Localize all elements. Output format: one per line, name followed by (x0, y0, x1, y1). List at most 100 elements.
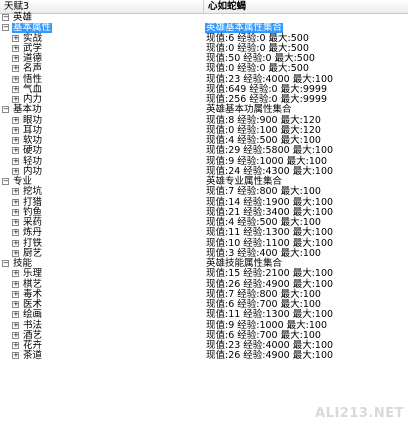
tree-leaf-row[interactable]: + 书法 现值:9 经验:1000 最大:100 (0, 319, 408, 331)
tree-leaf-row[interactable]: + 实战 现值:6 经验:0 最大:500 (0, 32, 408, 44)
expand-toggle-icon[interactable]: + (12, 342, 19, 349)
expand-toggle-icon[interactable]: + (12, 321, 19, 329)
expand-toggle-icon[interactable]: + (12, 229, 19, 237)
tree-group-row[interactable]: − 技能 英雄技能属性集合 (0, 258, 408, 269)
tree-leaf-row[interactable]: + 名声 现值:0 经验:0 最大:500 (0, 64, 408, 74)
expand-toggle-icon[interactable]: + (12, 270, 19, 278)
tree-leaf-row[interactable]: + 乐理 现值:15 经验:2100 最大:100 (0, 269, 408, 279)
tree-item-value: 英雄基本功属性集合 (206, 104, 292, 116)
expand-toggle-icon[interactable]: + (12, 75, 19, 83)
tree-leaf-row[interactable]: + 钓鱼 现值:21 经验:3400 最大:100 (0, 207, 408, 218)
tree-item-label: 炼丹 (23, 227, 43, 239)
tree-leaf-row[interactable]: + 软功 现值:4 经验:500 最大:100 (0, 135, 408, 146)
tree-leaf-row[interactable]: + 道德 现值:50 经验:0 最大:500 (0, 53, 408, 64)
tree-item-value: 现值:11 经验:1300 最大:100 (206, 309, 334, 321)
tree-item-value: 现值:6 经验:0 最大:500 (206, 32, 309, 44)
expand-toggle-icon[interactable]: + (12, 331, 19, 339)
tree-leaf-row[interactable]: + 炼丹 现值:11 经验:1300 最大:100 (0, 228, 408, 238)
tree-item-label: 悟性 (23, 73, 43, 85)
expand-toggle-icon[interactable]: + (12, 311, 19, 319)
expand-toggle-icon[interactable]: + (12, 290, 19, 298)
tree-leaf-row[interactable]: + 内功 现值:24 经验:4300 最大:100 (0, 166, 408, 177)
tree-leaf-row[interactable]: + 挖坑 现值:7 经验:800 最大:100 (0, 187, 408, 197)
tree-item-label: 乐理 (23, 268, 43, 280)
watermark-logo: ALI213.NET (315, 406, 404, 421)
tree-leaf-row[interactable]: + 眼功 现值:8 经验:900 最大:120 (0, 114, 408, 126)
tree-leaf-row[interactable]: + 气血 现值:649 经验:0 最大:9999 (0, 84, 408, 95)
expand-toggle-icon[interactable]: + (12, 85, 19, 93)
expand-toggle-icon[interactable]: + (12, 96, 19, 103)
tree-leaf-row[interactable]: + 打铁 现值:10 经验:1100 最大:100 (0, 237, 408, 249)
expand-toggle-icon[interactable]: + (12, 239, 19, 247)
attribute-tree[interactable]: − 英雄 − 基本属性 英雄基本属性集合 + 实战 现值:6 经验:0 最大:500 + 武学 现值… (0, 12, 408, 362)
tree-leaf-row[interactable]: + 采药 现值:4 经验:500 最大:100 (0, 217, 408, 228)
tree-item-label: 硬功 (23, 145, 43, 157)
tree-item-value: 现值:29 经验:5800 最大:100 (206, 145, 334, 157)
tree-item-value: 现值:15 经验:2100 最大:100 (206, 268, 334, 280)
tree-item-label: 基本功 (13, 104, 42, 116)
tree-leaf-row[interactable]: + 轻功 现值:9 经验:1000 最大:100 (0, 155, 408, 167)
expand-toggle-icon[interactable]: + (12, 301, 19, 308)
tree-leaf-row[interactable]: + 花卉 现值:23 经验:4000 最大:100 (0, 340, 408, 351)
collapse-toggle-icon[interactable]: − (2, 260, 9, 267)
expand-toggle-icon[interactable]: + (12, 167, 19, 175)
collapse-toggle-icon[interactable]: − (2, 14, 9, 21)
expand-toggle-icon[interactable]: + (12, 219, 19, 226)
expand-toggle-icon[interactable]: + (12, 249, 19, 257)
tree-item-label: 轻功 (23, 155, 43, 167)
tree-item-value: 现值:10 经验:1100 最大:100 (206, 237, 334, 249)
expand-toggle-icon[interactable]: + (12, 126, 19, 134)
expand-toggle-icon[interactable]: + (12, 198, 19, 206)
collapse-toggle-icon[interactable]: − (2, 24, 9, 32)
tree-item-label: 名声 (23, 63, 43, 75)
expand-toggle-icon[interactable]: + (12, 208, 19, 216)
column-header-value[interactable]: 心如蛇蝎 (204, 0, 408, 13)
tree-leaf-row[interactable]: + 绘画 现值:11 经验:1300 最大:100 (0, 310, 408, 320)
tree-leaf-row[interactable]: + 耳功 现值:0 经验:100 最大:120 (0, 125, 408, 136)
tree-group-row[interactable]: − 基本功 英雄基本功属性集合 (0, 105, 408, 115)
tree-leaf-row[interactable]: + 棋艺 现值:26 经验:4900 最大:100 (0, 278, 408, 290)
tree-leaf-row[interactable]: + 内力 现值:256 经验:0 最大:9999 (0, 94, 408, 105)
collapse-toggle-icon[interactable]: − (2, 178, 9, 185)
tree-item-value: 现值:7 经验:800 最大:100 (206, 186, 321, 198)
tree-leaf-row[interactable]: + 酒艺 现值:6 经验:700 最大:100 (0, 330, 408, 341)
expand-toggle-icon[interactable]: + (12, 55, 19, 62)
tree-item-label: 眼功 (23, 114, 43, 126)
expand-toggle-icon[interactable]: + (12, 116, 19, 124)
expand-toggle-icon[interactable]: + (12, 44, 19, 52)
tree-item-label: 棋艺 (23, 278, 43, 290)
tree-item-label: 茶道 (23, 350, 43, 362)
expand-toggle-icon[interactable]: + (12, 188, 19, 196)
tree-leaf-row[interactable]: + 打猎 现值:14 经验:1900 最大:100 (0, 196, 408, 208)
tree-item-value: 现值:9 经验:1000 最大:100 (206, 155, 327, 167)
expand-toggle-icon[interactable]: + (12, 157, 19, 165)
tree-leaf-row[interactable]: + 悟性 现值:23 经验:4000 最大:100 (0, 73, 408, 85)
tree-leaf-row[interactable]: + 硬功 现值:29 经验:5800 最大:100 (0, 146, 408, 156)
tree-item-label: 基本属性 (12, 22, 53, 34)
tree-leaf-row[interactable]: + 医术 现值:6 经验:700 最大:100 (0, 299, 408, 310)
tree-item-label: 打猎 (23, 196, 43, 208)
collapse-toggle-icon[interactable]: − (2, 106, 9, 114)
tree-group-row[interactable]: − 英雄 (0, 12, 408, 23)
tree-item-value: 现值:23 经验:4000 最大:100 (206, 73, 334, 85)
tree-group-row[interactable]: − 专业 英雄专业属性集合 (0, 176, 408, 187)
expand-toggle-icon[interactable]: + (12, 65, 19, 73)
tree-item-value: 现值:11 经验:1300 最大:100 (206, 227, 334, 239)
expand-toggle-icon[interactable]: + (12, 147, 19, 155)
tree-item-value: 现值:8 经验:900 最大:120 (206, 114, 321, 126)
column-header: 天赋3 心如蛇蝎 (0, 0, 408, 14)
tree-leaf-row[interactable]: + 武学 现值:0 经验:0 最大:500 (0, 43, 408, 54)
expand-toggle-icon[interactable]: + (12, 34, 19, 42)
tree-item-value: 现值:26 经验:4900 最大:100 (206, 278, 334, 290)
tree-item-label: 打铁 (23, 237, 43, 249)
tree-group-row[interactable]: − 基本属性 英雄基本属性集合 (0, 22, 408, 34)
expand-toggle-icon[interactable]: + (12, 280, 19, 288)
tree-leaf-row[interactable]: + 毒术 现值:7 经验:800 最大:100 (0, 289, 408, 300)
tree-leaf-row[interactable]: + 茶道 现值:26 经验:4900 最大:100 (0, 351, 408, 361)
expand-toggle-icon[interactable]: + (12, 137, 19, 144)
tree-item-value: 现值:9 经验:1000 最大:100 (206, 319, 327, 331)
expand-toggle-icon[interactable]: + (12, 352, 19, 360)
tree-item-value: 现值:26 经验:4900 最大:100 (206, 350, 334, 362)
tree-leaf-row[interactable]: + 厨艺 现值:3 经验:400 最大:100 (0, 248, 408, 259)
tree-item-label: 实战 (23, 32, 43, 44)
